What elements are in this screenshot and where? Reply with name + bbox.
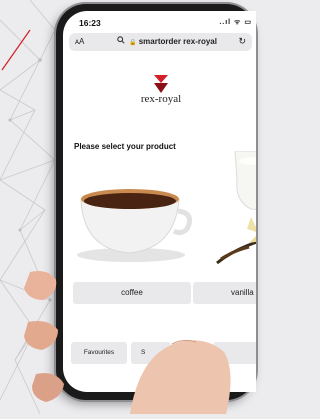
phone-frame: 16:23 ..ıl ᯤ ▭ ᴀA 🔒 smartorder rex-royal… xyxy=(56,4,256,400)
address-bar[interactable]: ᴀA 🔒 smartorder rex-royal ↻ xyxy=(69,33,252,51)
status-time: 16:23 xyxy=(79,18,101,28)
status-icons: ..ıl ᯤ ▭ xyxy=(219,19,252,26)
tab-favourites[interactable]: Favourites xyxy=(71,342,127,364)
coffee-cup-image[interactable] xyxy=(71,173,195,263)
search-icon xyxy=(117,36,125,46)
rex-royal-logo-icon xyxy=(154,75,168,93)
brand-logo: rex-royal xyxy=(121,73,201,113)
tab-third[interactable] xyxy=(213,342,256,364)
url-text: smartorder rex-royal xyxy=(138,37,217,46)
brand-name: rex-royal xyxy=(140,93,182,105)
product-button-vanilla[interactable]: vanilla xyxy=(193,282,256,304)
tab-second[interactable]: S xyxy=(131,342,171,364)
page-prompt: Please select your product xyxy=(74,142,176,151)
milk-vanilla-image[interactable] xyxy=(211,151,256,271)
address-text: 🔒 smartorder rex-royal xyxy=(129,37,217,46)
lock-icon: 🔒 xyxy=(129,40,137,46)
status-bar: 16:23 ..ıl ᯤ ▭ xyxy=(63,17,256,31)
product-button-coffee[interactable]: coffee xyxy=(73,282,191,304)
phone-screen: 16:23 ..ıl ᯤ ▭ ᴀA 🔒 smartorder rex-royal… xyxy=(63,11,256,392)
reload-icon[interactable]: ↻ xyxy=(238,36,246,47)
text-size-button[interactable]: ᴀA xyxy=(75,37,84,46)
